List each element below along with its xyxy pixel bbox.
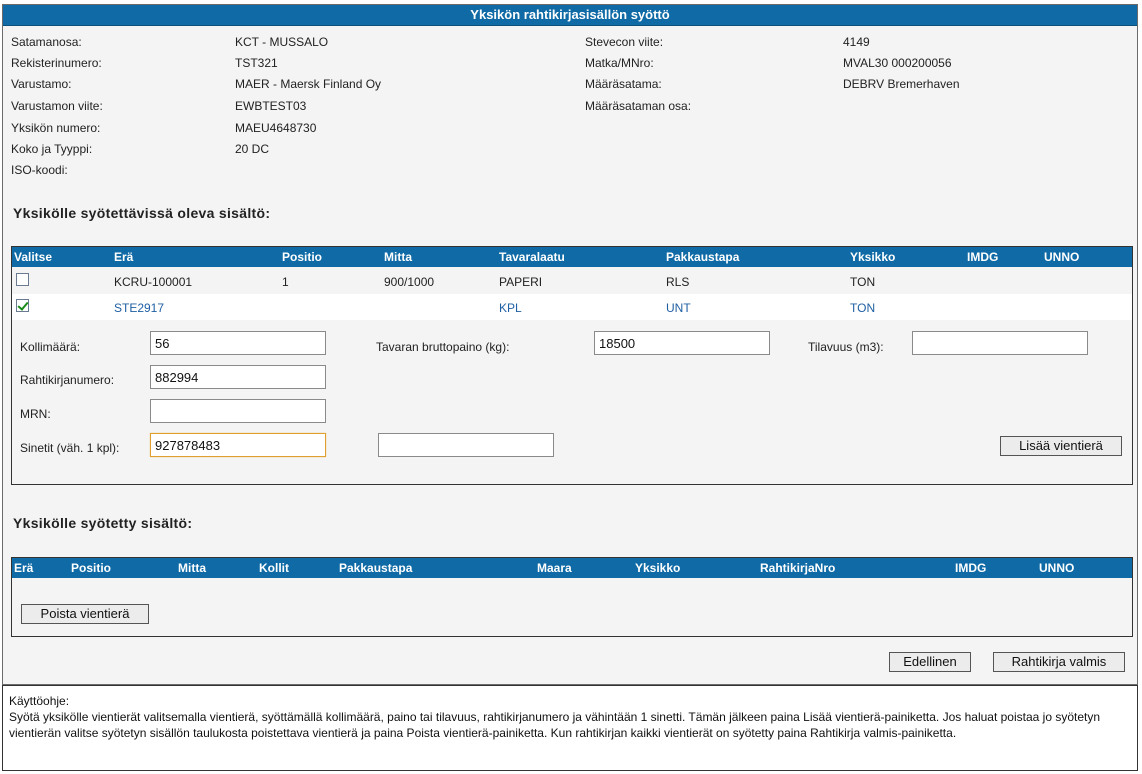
mrn-input[interactable] bbox=[150, 399, 326, 423]
info-label-stevecon-viite: Stevecon viite: bbox=[585, 35, 664, 49]
table-row[interactable]: STE2917 KPL UNT TON bbox=[12, 294, 1132, 320]
tilavuus-label: Tilavuus (m3): bbox=[808, 340, 884, 354]
cell-era: STE2917 bbox=[114, 301, 165, 315]
col-yksikko: Yksikko bbox=[635, 561, 681, 575]
info-label-rekisterinumero: Rekisterinumero: bbox=[11, 56, 102, 70]
col-valitse: Valitse bbox=[14, 250, 53, 264]
info-value-stevecon-viite: 4149 bbox=[843, 35, 870, 49]
col-rahtikirjanro: RahtikirjaNro bbox=[760, 561, 836, 575]
sinetit-label: Sinetit (väh. 1 kpl): bbox=[20, 441, 120, 455]
col-pakkaustapa: Pakkaustapa bbox=[666, 250, 740, 264]
col-positio: Positio bbox=[282, 250, 323, 264]
col-unno: UNNO bbox=[1044, 250, 1080, 264]
add-export-lot-button[interactable]: Lisää vientierä bbox=[1000, 436, 1122, 456]
rahtikirjanumero-label: Rahtikirjanumero: bbox=[20, 373, 115, 387]
col-imdg: IMDG bbox=[967, 250, 999, 264]
info-label-yksikon-numero: Yksikön numero: bbox=[11, 121, 101, 135]
help-text: Syötä yksikölle vientierät valitsemalla … bbox=[9, 710, 1101, 740]
entered-content-panel: Erä Positio Mitta Kollit Pakkaustapa Maa… bbox=[11, 557, 1133, 637]
previous-button[interactable]: Edellinen bbox=[889, 652, 971, 672]
col-mitta: Mitta bbox=[178, 561, 206, 575]
table-row[interactable]: KCRU-100001 1 900/1000 PAPERI RLS TON bbox=[12, 268, 1132, 294]
col-positio: Positio bbox=[71, 561, 112, 575]
info-label-varustamo: Varustamo: bbox=[11, 77, 72, 91]
available-content-panel: Valitse Erä Positio Mitta Tavaralaatu Pa… bbox=[11, 246, 1133, 485]
info-value-yksikon-numero: MAEU4648730 bbox=[235, 121, 317, 135]
cell-pakkaustapa: UNT bbox=[666, 301, 691, 315]
col-mitta: Mitta bbox=[384, 250, 412, 264]
cell-tavaralaatu: KPL bbox=[499, 301, 522, 315]
info-label-maarasataman-osa: Määräsataman osa: bbox=[585, 99, 692, 113]
info-value-varustamon-viite: EWBTEST03 bbox=[235, 99, 307, 113]
cell-era: KCRU-100001 bbox=[114, 275, 193, 289]
cell-mitta: 900/1000 bbox=[384, 275, 435, 289]
row-select-checkbox[interactable] bbox=[16, 273, 29, 286]
col-maara: Maara bbox=[537, 561, 572, 575]
bruttopaino-input[interactable] bbox=[594, 331, 770, 355]
row-select-checkbox[interactable] bbox=[16, 299, 29, 312]
info-label-iso-koodi: ISO-koodi: bbox=[11, 163, 68, 177]
info-value-satamanosa: KCT - MUSSALO bbox=[235, 35, 329, 49]
info-value-matka: MVAL30 000200056 bbox=[843, 56, 952, 70]
bruttopaino-label: Tavaran bruttopaino (kg): bbox=[376, 340, 510, 354]
main-frame: Yksikön rahtikirjasisällön syöttö Satama… bbox=[2, 4, 1138, 685]
help-panel: Käyttöohje: Syötä yksikölle vientierät v… bbox=[2, 685, 1138, 771]
cell-yksikko: TON bbox=[850, 275, 876, 289]
info-label-varustamon-viite: Varustamon viite: bbox=[11, 99, 103, 113]
info-label-maarasatama: Määräsatama: bbox=[585, 77, 662, 91]
col-era: Erä bbox=[14, 561, 34, 575]
entered-table-header: Erä Positio Mitta Kollit Pakkaustapa Maa… bbox=[12, 558, 1132, 578]
help-title: Käyttöohje: bbox=[9, 694, 70, 708]
info-label-koko-tyyppi: Koko ja Tyyppi: bbox=[11, 142, 93, 156]
col-pakkaustapa: Pakkaustapa bbox=[339, 561, 413, 575]
kollimaara-label: Kollimäärä: bbox=[20, 340, 81, 354]
rahtikirjanumero-input[interactable] bbox=[150, 365, 326, 389]
col-tavaralaatu: Tavaralaatu bbox=[499, 250, 565, 264]
cell-tavaralaatu: PAPERI bbox=[499, 275, 543, 289]
kollimaara-input[interactable] bbox=[150, 331, 326, 355]
info-value-koko-tyyppi: 20 DC bbox=[235, 142, 270, 156]
col-unno: UNNO bbox=[1039, 561, 1075, 575]
cell-pakkaustapa: RLS bbox=[666, 275, 690, 289]
col-era: Erä bbox=[114, 250, 134, 264]
info-value-rekisterinumero: TST321 bbox=[235, 56, 278, 70]
cell-positio: 1 bbox=[282, 275, 289, 289]
info-label-matka: Matka/MNro: bbox=[585, 56, 654, 70]
info-label-satamanosa: Satamanosa: bbox=[11, 35, 82, 49]
cell-yksikko: TON bbox=[850, 301, 876, 315]
remove-export-lot-button[interactable]: Poista vientierä bbox=[21, 604, 149, 624]
available-section-title: Yksikölle syötettävissä oleva sisältö: bbox=[13, 205, 271, 221]
tilavuus-input[interactable] bbox=[912, 331, 1088, 355]
info-value-maarasatama: DEBRV Bremerhaven bbox=[843, 77, 960, 91]
sinetti-input-1[interactable] bbox=[150, 433, 326, 457]
col-kollit: Kollit bbox=[259, 561, 289, 575]
page-title: Yksikön rahtikirjasisällön syöttö bbox=[3, 5, 1137, 26]
available-table-header: Valitse Erä Positio Mitta Tavaralaatu Pa… bbox=[12, 247, 1132, 267]
col-imdg: IMDG bbox=[955, 561, 987, 575]
col-yksikko: Yksikko bbox=[850, 250, 896, 264]
mrn-label: MRN: bbox=[20, 407, 51, 421]
entered-section-title: Yksikölle syötetty sisältö: bbox=[13, 515, 193, 531]
info-value-varustamo: MAER - Maersk Finland Oy bbox=[235, 77, 382, 91]
waybill-done-button[interactable]: Rahtikirja valmis bbox=[993, 652, 1125, 672]
sinetti-input-2[interactable] bbox=[378, 433, 554, 457]
